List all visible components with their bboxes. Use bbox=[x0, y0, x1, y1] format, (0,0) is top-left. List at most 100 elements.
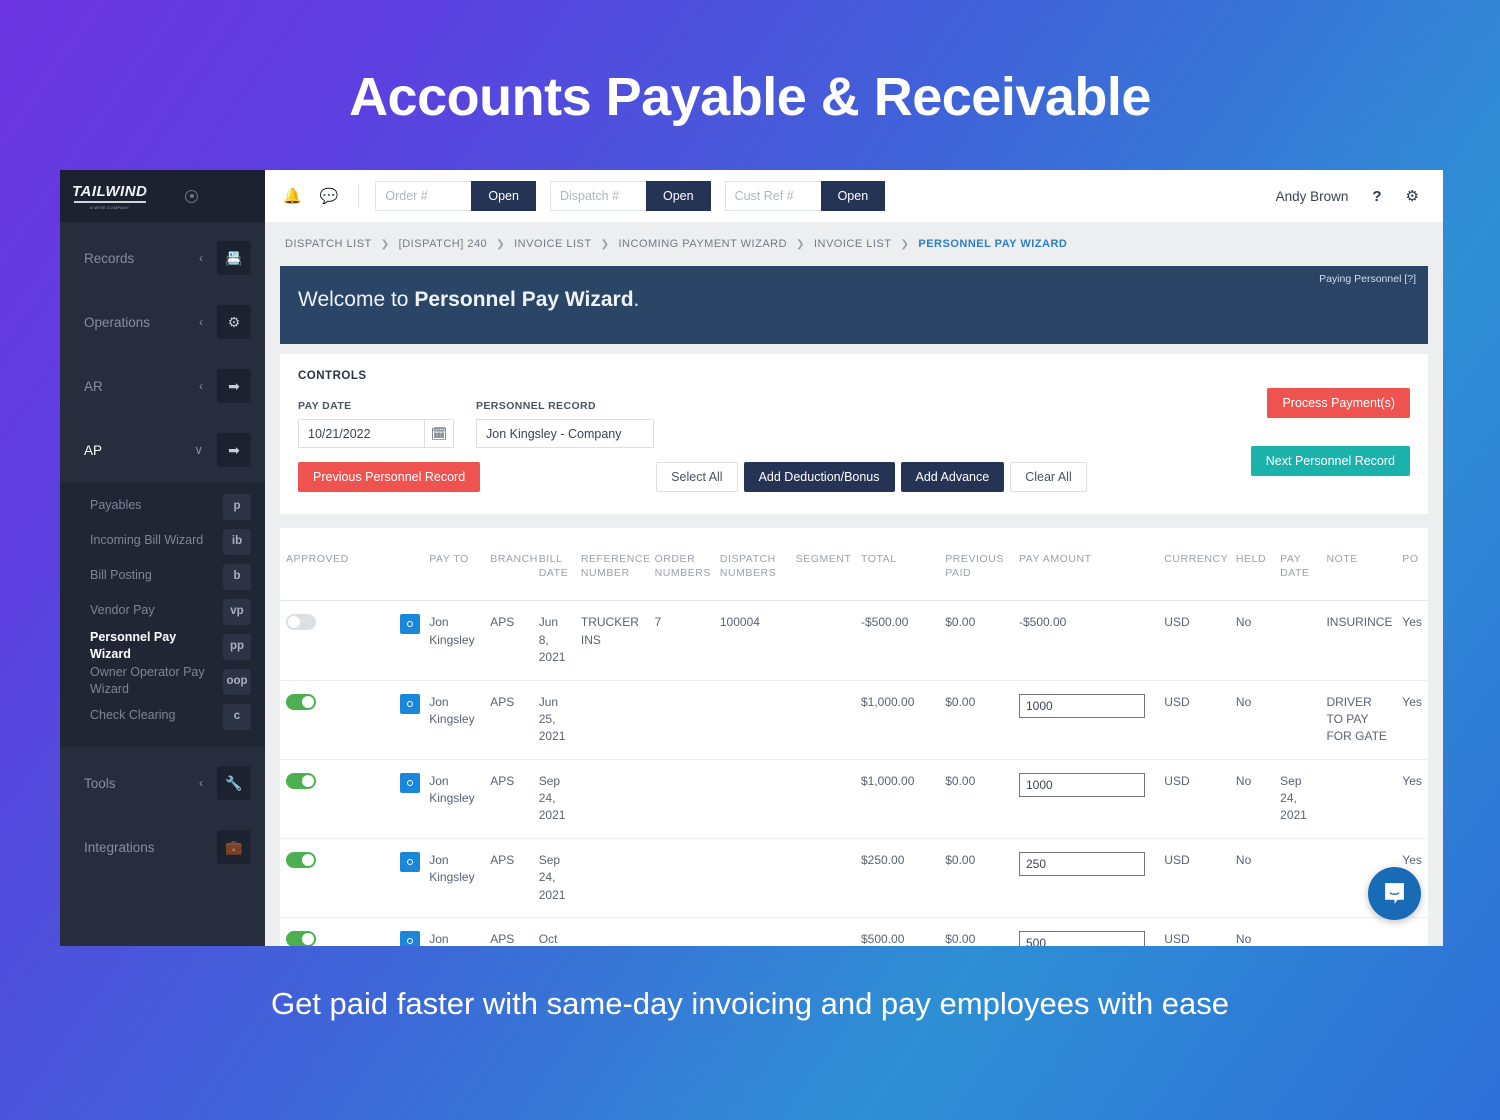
cell-held: No bbox=[1229, 917, 1275, 946]
cell-row-action[interactable] bbox=[393, 758, 424, 839]
records-icon[interactable]: 📇 bbox=[217, 241, 251, 275]
user-name[interactable]: Andy Brown bbox=[1276, 189, 1349, 204]
dispatch-open-button[interactable]: Open bbox=[645, 181, 711, 211]
pay-amount-input[interactable] bbox=[1018, 772, 1145, 797]
ar-arrow-icon[interactable]: ➡ bbox=[217, 369, 251, 403]
controls-card: CONTROLS PAY DATE 🗓 PERSONNEL RECORD bbox=[280, 354, 1428, 514]
pay-amount-input[interactable] bbox=[1018, 931, 1145, 946]
pay-amount-input[interactable] bbox=[1018, 851, 1145, 876]
row-action-icon[interactable] bbox=[399, 693, 420, 714]
sidebar-item-vendor-pay[interactable]: Vendor Pay vp bbox=[60, 593, 265, 628]
cell-approved-toggle[interactable] bbox=[280, 758, 394, 839]
chevron-right-icon: ❯ bbox=[796, 238, 805, 250]
cell-order-numbers bbox=[648, 679, 714, 760]
order-open-button[interactable]: Open bbox=[471, 181, 536, 211]
pay-date-input[interactable] bbox=[298, 419, 424, 448]
dispatch-search-input[interactable] bbox=[549, 181, 646, 211]
approved-toggle[interactable] bbox=[286, 851, 316, 868]
cell-approved-toggle[interactable] bbox=[280, 837, 394, 918]
cell-segment bbox=[789, 679, 855, 760]
chevron-left-icon: ‹ bbox=[199, 315, 203, 329]
collapse-sidebar-icon[interactable] bbox=[185, 189, 199, 203]
divider bbox=[358, 185, 360, 207]
next-personnel-record-button[interactable]: Next Personnel Record bbox=[1250, 446, 1410, 476]
col-branch: BRANCH bbox=[490, 553, 538, 565]
sidebar-item-owner-operator-pay-wizard[interactable]: Owner Operator Pay Wizard oop bbox=[60, 663, 265, 698]
cell-row-action[interactable] bbox=[393, 679, 424, 760]
cell-note bbox=[1320, 917, 1397, 946]
sidebar-item-payables[interactable]: Payables p bbox=[60, 488, 265, 523]
breadcrumb-item[interactable]: INVOICE LIST bbox=[814, 238, 892, 250]
sidebar-item-check-clearing[interactable]: Check Clearing c bbox=[60, 698, 265, 733]
cell-approved-toggle[interactable] bbox=[280, 679, 394, 760]
sidebar-item-integrations[interactable]: Integrations 💼 bbox=[60, 815, 265, 879]
cell-total: -$500.00 bbox=[855, 600, 940, 681]
sidebar-item-bill-posting[interactable]: Bill Posting b bbox=[60, 558, 265, 593]
clear-all-button[interactable]: Clear All bbox=[1010, 462, 1087, 492]
chat-icon[interactable]: 💬 bbox=[320, 187, 339, 205]
cell-pay-amount[interactable] bbox=[1012, 679, 1159, 760]
sidebar: TAILWIND A WISE COMPANY Records ‹ 📇 Oper… bbox=[60, 170, 265, 946]
approved-toggle[interactable] bbox=[286, 614, 316, 631]
sidebar-item-ap[interactable]: AP ∨ ➡ bbox=[60, 418, 265, 482]
sidebar-submenu-ap: Payables p Incoming Bill Wizard ib Bill … bbox=[60, 482, 265, 747]
help-icon[interactable]: ? bbox=[1372, 188, 1381, 205]
row-action-icon[interactable] bbox=[399, 614, 420, 635]
approved-toggle[interactable] bbox=[286, 772, 316, 789]
cell-total: $1,000.00 bbox=[855, 679, 940, 760]
row-action-icon[interactable] bbox=[399, 772, 420, 793]
cell-pay-amount[interactable] bbox=[1012, 917, 1159, 946]
calendar-icon[interactable]: 🗓 bbox=[424, 419, 454, 448]
cell-row-action[interactable] bbox=[393, 917, 424, 946]
sidebar-item-incoming-bill-wizard[interactable]: Incoming Bill Wizard ib bbox=[60, 523, 265, 558]
cell-pay-to: Jon Kingsley bbox=[423, 600, 485, 681]
page-scroll-area: Paying Personnel [?] Welcome to Personne… bbox=[265, 266, 1443, 946]
row-action-icon[interactable] bbox=[399, 931, 420, 946]
cell-approved-toggle[interactable] bbox=[280, 917, 394, 946]
personnel-record-input[interactable] bbox=[476, 419, 654, 448]
custref-open-button[interactable]: Open bbox=[820, 181, 886, 211]
tailwind-logo-icon: TAILWIND A WISE COMPANY bbox=[72, 183, 147, 210]
row-action-icon[interactable] bbox=[399, 851, 420, 872]
breadcrumb-item[interactable]: INVOICE LIST bbox=[514, 238, 592, 250]
breadcrumb-item[interactable]: INCOMING PAYMENT WIZARD bbox=[619, 238, 788, 250]
sidebar-item-tools[interactable]: Tools ‹ 🔧 bbox=[60, 751, 265, 815]
cell-held: No bbox=[1229, 600, 1275, 681]
cell-approved-toggle[interactable] bbox=[280, 600, 394, 681]
cell-pay-amount[interactable] bbox=[1012, 837, 1159, 918]
paying-personnel-hint[interactable]: Paying Personnel [?] bbox=[1319, 273, 1416, 285]
previous-personnel-record-button[interactable]: Previous Personnel Record bbox=[298, 462, 481, 492]
bell-icon[interactable]: 🔔 bbox=[283, 187, 302, 205]
order-search-input[interactable] bbox=[375, 181, 472, 211]
cell-branch: APS bbox=[484, 679, 533, 760]
breadcrumb-item[interactable]: DISPATCH LIST bbox=[285, 238, 372, 250]
cell-currency: USD bbox=[1158, 600, 1230, 681]
sidebar-item-personnel-pay-wizard[interactable]: Personnel Pay Wizard pp bbox=[60, 628, 265, 663]
sidebar-logo[interactable]: TAILWIND A WISE COMPANY bbox=[60, 170, 265, 222]
approved-toggle[interactable] bbox=[286, 931, 316, 946]
wrench-icon[interactable]: 🔧 bbox=[217, 766, 251, 800]
ap-arrow-icon[interactable]: ➡ bbox=[217, 433, 251, 467]
gear-icon[interactable]: ⚙ bbox=[1406, 187, 1419, 205]
sidebar-item-operations[interactable]: Operations ‹ ⚙ bbox=[60, 290, 265, 354]
col-pay-to: PAY TO bbox=[429, 553, 469, 565]
operations-gear-icon[interactable]: ⚙ bbox=[217, 305, 251, 339]
cell-row-action[interactable] bbox=[393, 600, 424, 681]
cell-pay-amount[interactable] bbox=[1012, 758, 1159, 839]
cell-row-action[interactable] bbox=[393, 837, 424, 918]
welcome-banner: Paying Personnel [?] Welcome to Personne… bbox=[280, 266, 1428, 344]
breadcrumb-item[interactable]: [DISPATCH] 240 bbox=[399, 238, 488, 250]
integrations-icon[interactable]: 💼 bbox=[217, 830, 251, 864]
process-payments-button[interactable]: Process Payment(s) bbox=[1267, 388, 1410, 418]
add-deduction-bonus-button[interactable]: Add Deduction/Bonus bbox=[743, 462, 895, 492]
pay-amount-input[interactable] bbox=[1018, 693, 1145, 718]
select-all-button[interactable]: Select All bbox=[656, 462, 738, 492]
sidebar-item-ar[interactable]: AR ‹ ➡ bbox=[60, 354, 265, 418]
cell-order-numbers: 7 bbox=[648, 600, 714, 681]
cell-note bbox=[1320, 758, 1397, 839]
intercom-chat-bubble-icon[interactable] bbox=[1368, 867, 1421, 920]
add-advance-button[interactable]: Add Advance bbox=[900, 462, 1005, 492]
sidebar-item-records[interactable]: Records ‹ 📇 bbox=[60, 226, 265, 290]
custref-search-input[interactable] bbox=[724, 181, 821, 211]
approved-toggle[interactable] bbox=[286, 693, 316, 710]
